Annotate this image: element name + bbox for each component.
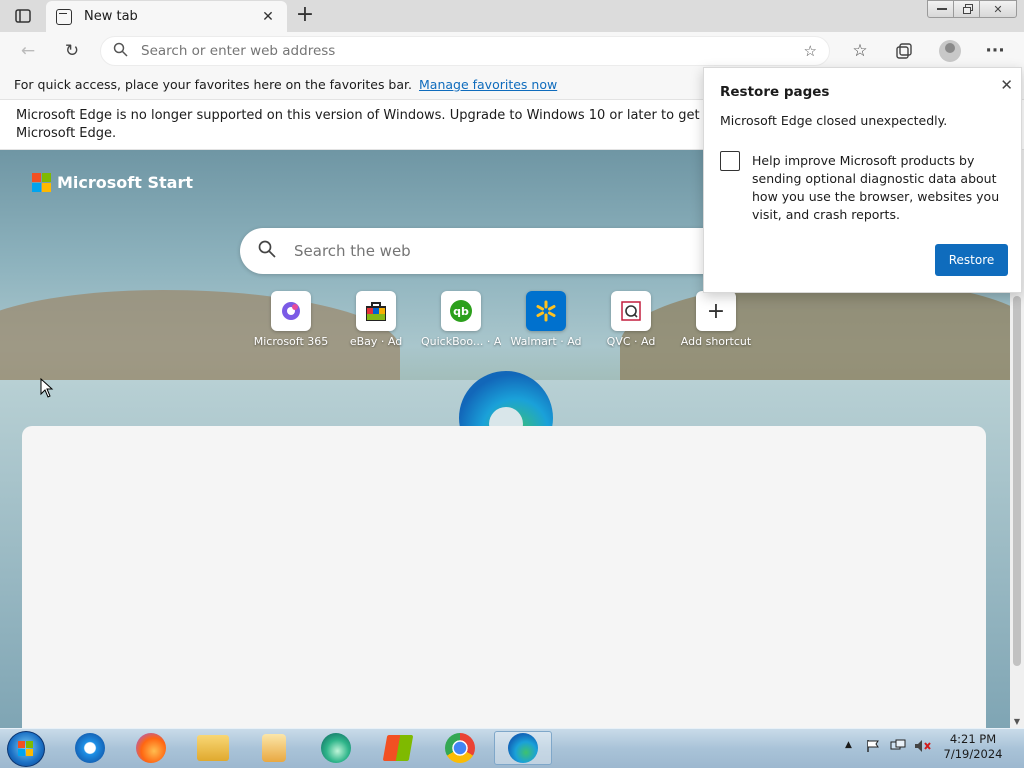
close-dialog-icon[interactable]: ✕	[1000, 76, 1013, 94]
start-button[interactable]	[7, 731, 45, 767]
microsoft-365-icon	[271, 291, 311, 331]
shortcut-walmart[interactable]: Walmart · Ad	[506, 291, 586, 348]
taskbar-chrome[interactable]	[438, 731, 482, 765]
diagnostic-data-label: Help improve Microsoft products by sendi…	[752, 153, 1000, 222]
collections-icon[interactable]	[890, 38, 918, 64]
microsoft-start-logo[interactable]: Microsoft Start	[32, 173, 193, 192]
taskbar-edge-beta[interactable]	[314, 731, 358, 765]
taskbar-file-explorer[interactable]	[191, 731, 235, 765]
refresh-icon[interactable]: ↻	[58, 38, 86, 64]
dialog-message: Microsoft Edge closed unexpectedly.	[720, 113, 948, 128]
address-input[interactable]	[141, 43, 804, 59]
more-options-icon[interactable]: ···	[981, 38, 1009, 64]
restore-pages-dialog: Restore pages ✕ Microsoft Edge closed un…	[703, 67, 1022, 293]
taskbar-edge-active[interactable]	[494, 731, 552, 765]
ebay-icon	[356, 291, 396, 331]
clock-time: 4:21 PM	[949, 732, 997, 746]
volume-muted-icon[interactable]	[914, 739, 932, 756]
network-icon[interactable]	[890, 739, 906, 756]
new-tab-page-icon	[56, 8, 72, 25]
shortcut-label: QuickBoo... · Ad	[421, 335, 501, 348]
taskbar-media-player[interactable]	[252, 731, 296, 765]
scrollbar-thumb[interactable]	[1013, 296, 1021, 666]
content-feed-card	[22, 426, 986, 728]
qvc-icon	[611, 291, 651, 331]
shortcut-label: QVC · Ad	[606, 335, 656, 348]
scroll-down-icon[interactable]: ▼	[1010, 717, 1024, 726]
taskbar-firefox[interactable]	[129, 731, 173, 765]
close-window-button[interactable]: ✕	[979, 0, 1017, 18]
internet-explorer-icon	[75, 733, 105, 763]
firefox-icon	[136, 733, 166, 763]
shortcut-label: Microsoft 365	[253, 335, 329, 348]
file-explorer-icon	[197, 735, 229, 761]
shortcut-microsoft-365[interactable]: Microsoft 365	[251, 291, 331, 348]
shortcut-ebay[interactable]: eBay · Ad	[336, 291, 416, 348]
edge-icon	[508, 733, 538, 763]
dialog-title: Restore pages	[720, 84, 830, 100]
shortcut-qvc[interactable]: QVC · Ad	[591, 291, 671, 348]
clock-date: 7/19/2024	[943, 747, 1003, 761]
walmart-icon	[526, 291, 566, 331]
back-arrow-icon[interactable]: ←	[14, 38, 42, 64]
search-icon	[113, 42, 135, 61]
favorites-bar-text: For quick access, place your favorites h…	[14, 77, 412, 92]
plus-icon: +	[696, 291, 736, 331]
search-icon	[258, 240, 286, 263]
shortcut-label: eBay · Ad	[349, 335, 403, 348]
manage-favorites-link[interactable]: Manage favorites now	[419, 77, 557, 92]
avatar	[939, 40, 961, 62]
shortcut-quickbooks[interactable]: qb QuickBoo... · Ad	[421, 291, 501, 348]
action-center-flag-icon[interactable]	[866, 739, 880, 756]
profile-button[interactable]	[936, 38, 964, 64]
clock[interactable]: 4:21 PM 7/19/2024	[940, 732, 1006, 762]
favorites-icon[interactable]: ☆	[846, 38, 874, 64]
add-favorite-icon[interactable]: ☆	[804, 42, 817, 60]
address-bar[interactable]: ☆	[100, 36, 830, 66]
microsoft-logo-icon	[32, 173, 51, 192]
tab-actions-icon[interactable]	[10, 6, 36, 26]
shortcut-label: Walmart · Ad	[510, 335, 582, 348]
system-tray: ▲ 4:21 PM 7/19/2024	[840, 730, 1020, 766]
quickbooks-icon: qb	[441, 291, 481, 331]
mouse-cursor-icon	[40, 378, 54, 398]
brand-label: Microsoft Start	[57, 173, 193, 192]
chrome-icon	[445, 733, 475, 763]
add-shortcut-button[interactable]: + Add shortcut	[676, 291, 756, 348]
tab-title: New tab	[84, 9, 138, 24]
taskbar-internet-explorer[interactable]	[68, 731, 112, 765]
toolbar: ← ↻ ☆ ☆ ···	[0, 32, 1024, 70]
restore-button[interactable]: Restore	[935, 244, 1008, 276]
web-search-box[interactable]	[240, 228, 760, 274]
shortcut-label: Add shortcut	[680, 335, 752, 348]
diagnostic-data-checkbox[interactable]	[720, 151, 740, 171]
show-hidden-icons[interactable]: ▲	[845, 740, 852, 750]
close-tab-icon[interactable]: ✕	[259, 9, 277, 25]
edge-beta-icon	[321, 733, 351, 763]
taskbar-windows-app[interactable]	[376, 731, 420, 765]
web-search-input[interactable]	[294, 242, 694, 260]
tab-new-tab[interactable]: New tab ✕	[46, 1, 287, 32]
svg-text:qb: qb	[453, 305, 469, 318]
media-player-icon	[262, 734, 286, 762]
windows-icon	[382, 735, 414, 761]
new-tab-button[interactable]: +	[293, 4, 317, 28]
